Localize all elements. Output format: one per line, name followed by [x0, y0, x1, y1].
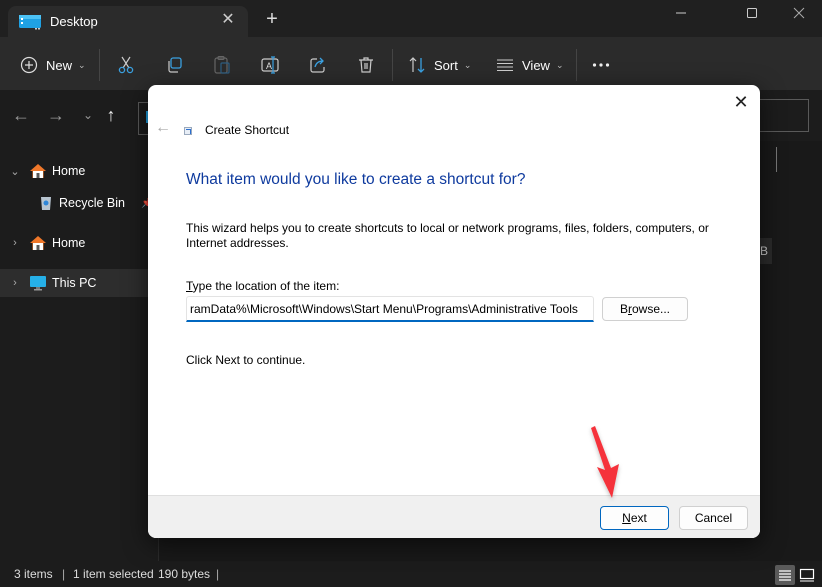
location-input[interactable]: [186, 296, 594, 322]
svg-text:A: A: [266, 61, 272, 71]
next-button[interactable]: Next: [600, 506, 669, 530]
desktop-folder-icon: [19, 15, 41, 30]
file-size-fragment: B: [760, 238, 772, 264]
large-icons-view-button[interactable]: [797, 565, 817, 585]
shortcut-icon: [184, 127, 192, 135]
view-label: View: [522, 57, 550, 73]
title-bar: Desktop ✕ +: [0, 0, 822, 37]
status-separator: |: [216, 567, 220, 581]
copy-icon: [168, 57, 182, 73]
close-icon: [793, 7, 805, 19]
sort-label: Sort: [434, 57, 458, 73]
delete-icon: [359, 57, 373, 73]
cancel-button[interactable]: Cancel: [679, 506, 748, 530]
share-icon: [310, 57, 325, 73]
browse-label-post: owse...: [632, 302, 671, 316]
new-label: New: [46, 57, 73, 73]
chevron-down-icon[interactable]: ⌄: [9, 165, 21, 178]
status-bar: 3 items | 1 item selected 190 bytes |: [0, 561, 822, 587]
cut-button[interactable]: [117, 51, 135, 79]
details-view-button[interactable]: [775, 565, 795, 585]
new-tab-button[interactable]: +: [264, 9, 280, 29]
view-icon: [497, 59, 513, 72]
items-count: 3 items: [14, 567, 53, 581]
next-label-accelerator: N: [622, 511, 631, 525]
plus-circle-icon: [20, 56, 38, 74]
sidebar-item-label: This PC: [52, 276, 97, 290]
browse-label-pre: B: [619, 302, 628, 316]
tab-title: Desktop: [50, 14, 98, 29]
paste-icon: [214, 56, 230, 74]
create-shortcut-dialog: ✕ ← Create Shortcut What item would you …: [148, 85, 760, 538]
selection-size: 190 bytes: [158, 567, 211, 581]
maximize-button[interactable]: [729, 0, 775, 26]
new-button[interactable]: New ⌄: [20, 51, 86, 79]
recent-locations-icon[interactable]: ⌄: [78, 105, 98, 125]
minimize-icon: [676, 12, 686, 14]
close-window-button[interactable]: [776, 0, 822, 26]
sidebar-item-label: Recycle Bin: [59, 196, 125, 210]
sort-icon: [409, 57, 425, 73]
selection-count: 1 item selected: [73, 567, 154, 581]
copy-button[interactable]: [165, 51, 183, 79]
recycle-bin-icon: [41, 197, 51, 210]
delete-button[interactable]: [357, 51, 375, 79]
location-label-text: ype the location of the item:: [192, 279, 340, 293]
chevron-down-icon: ⌄: [78, 59, 86, 70]
rename-icon: A: [261, 56, 279, 74]
sidebar-item-home-2[interactable]: › Home: [0, 229, 158, 257]
maximize-icon: [747, 8, 757, 18]
this-pc-icon: [30, 276, 46, 291]
home-icon: [30, 164, 46, 178]
chevron-down-icon: ⌄: [463, 59, 472, 70]
location-label-accelerator: T: [186, 279, 193, 293]
sidebar-item-this-pc[interactable]: › This PC: [0, 269, 158, 297]
share-button[interactable]: [309, 51, 327, 79]
chevron-right-icon[interactable]: ›: [9, 277, 21, 289]
more-options-button[interactable]: [592, 51, 610, 79]
command-bar: New ⌄ A Sort ⌄ View ⌄: [0, 37, 822, 91]
navigation-pane: ⌄ Home Recycle Bin › Home › This PC: [0, 141, 158, 561]
sidebar-item-label: Home: [52, 164, 86, 178]
chevron-right-icon[interactable]: ›: [9, 237, 21, 249]
back-icon[interactable]: ←: [11, 105, 31, 125]
divider: [99, 49, 100, 81]
home-icon: [30, 236, 46, 250]
browse-button[interactable]: Browse...: [602, 297, 688, 321]
paste-button[interactable]: [213, 51, 231, 79]
tab-desktop[interactable]: Desktop ✕: [8, 6, 248, 37]
column-divider[interactable]: [776, 147, 777, 172]
sort-button[interactable]: Sort ⌄: [408, 51, 471, 79]
details-view-icon: [779, 570, 791, 581]
chevron-down-icon: ⌄: [555, 59, 564, 70]
view-button[interactable]: View ⌄: [496, 51, 564, 79]
cut-icon: [118, 56, 134, 74]
location-label: Type the location of the item:: [186, 279, 339, 293]
dialog-description: This wizard helps you to create shortcut…: [186, 221, 709, 250]
sidebar-item-label: Home: [52, 236, 86, 250]
rename-button[interactable]: A: [261, 51, 279, 79]
dialog-footer: Next Cancel: [148, 495, 760, 538]
up-icon[interactable]: ↑: [101, 105, 121, 125]
divider: [576, 49, 577, 81]
minimize-button[interactable]: [658, 0, 704, 26]
dialog-heading: What item would you like to create a sho…: [186, 171, 526, 188]
next-label: ext: [630, 511, 647, 525]
status-separator: |: [62, 567, 66, 581]
forward-icon[interactable]: →: [46, 105, 66, 125]
back-icon[interactable]: ←: [154, 119, 172, 137]
large-icons-view-icon: [799, 568, 815, 582]
sidebar-item-recycle-bin[interactable]: Recycle Bin: [0, 189, 158, 217]
dialog-title: Create Shortcut: [205, 123, 290, 137]
search-box[interactable]: [760, 99, 809, 132]
close-tab-icon[interactable]: ✕: [220, 12, 236, 28]
dialog-hint: Click Next to continue.: [186, 353, 306, 367]
sidebar-item-home[interactable]: ⌄ Home: [0, 157, 158, 185]
dialog-close-button[interactable]: ✕: [730, 91, 752, 113]
divider: [392, 49, 393, 81]
more-icon: [592, 63, 610, 67]
